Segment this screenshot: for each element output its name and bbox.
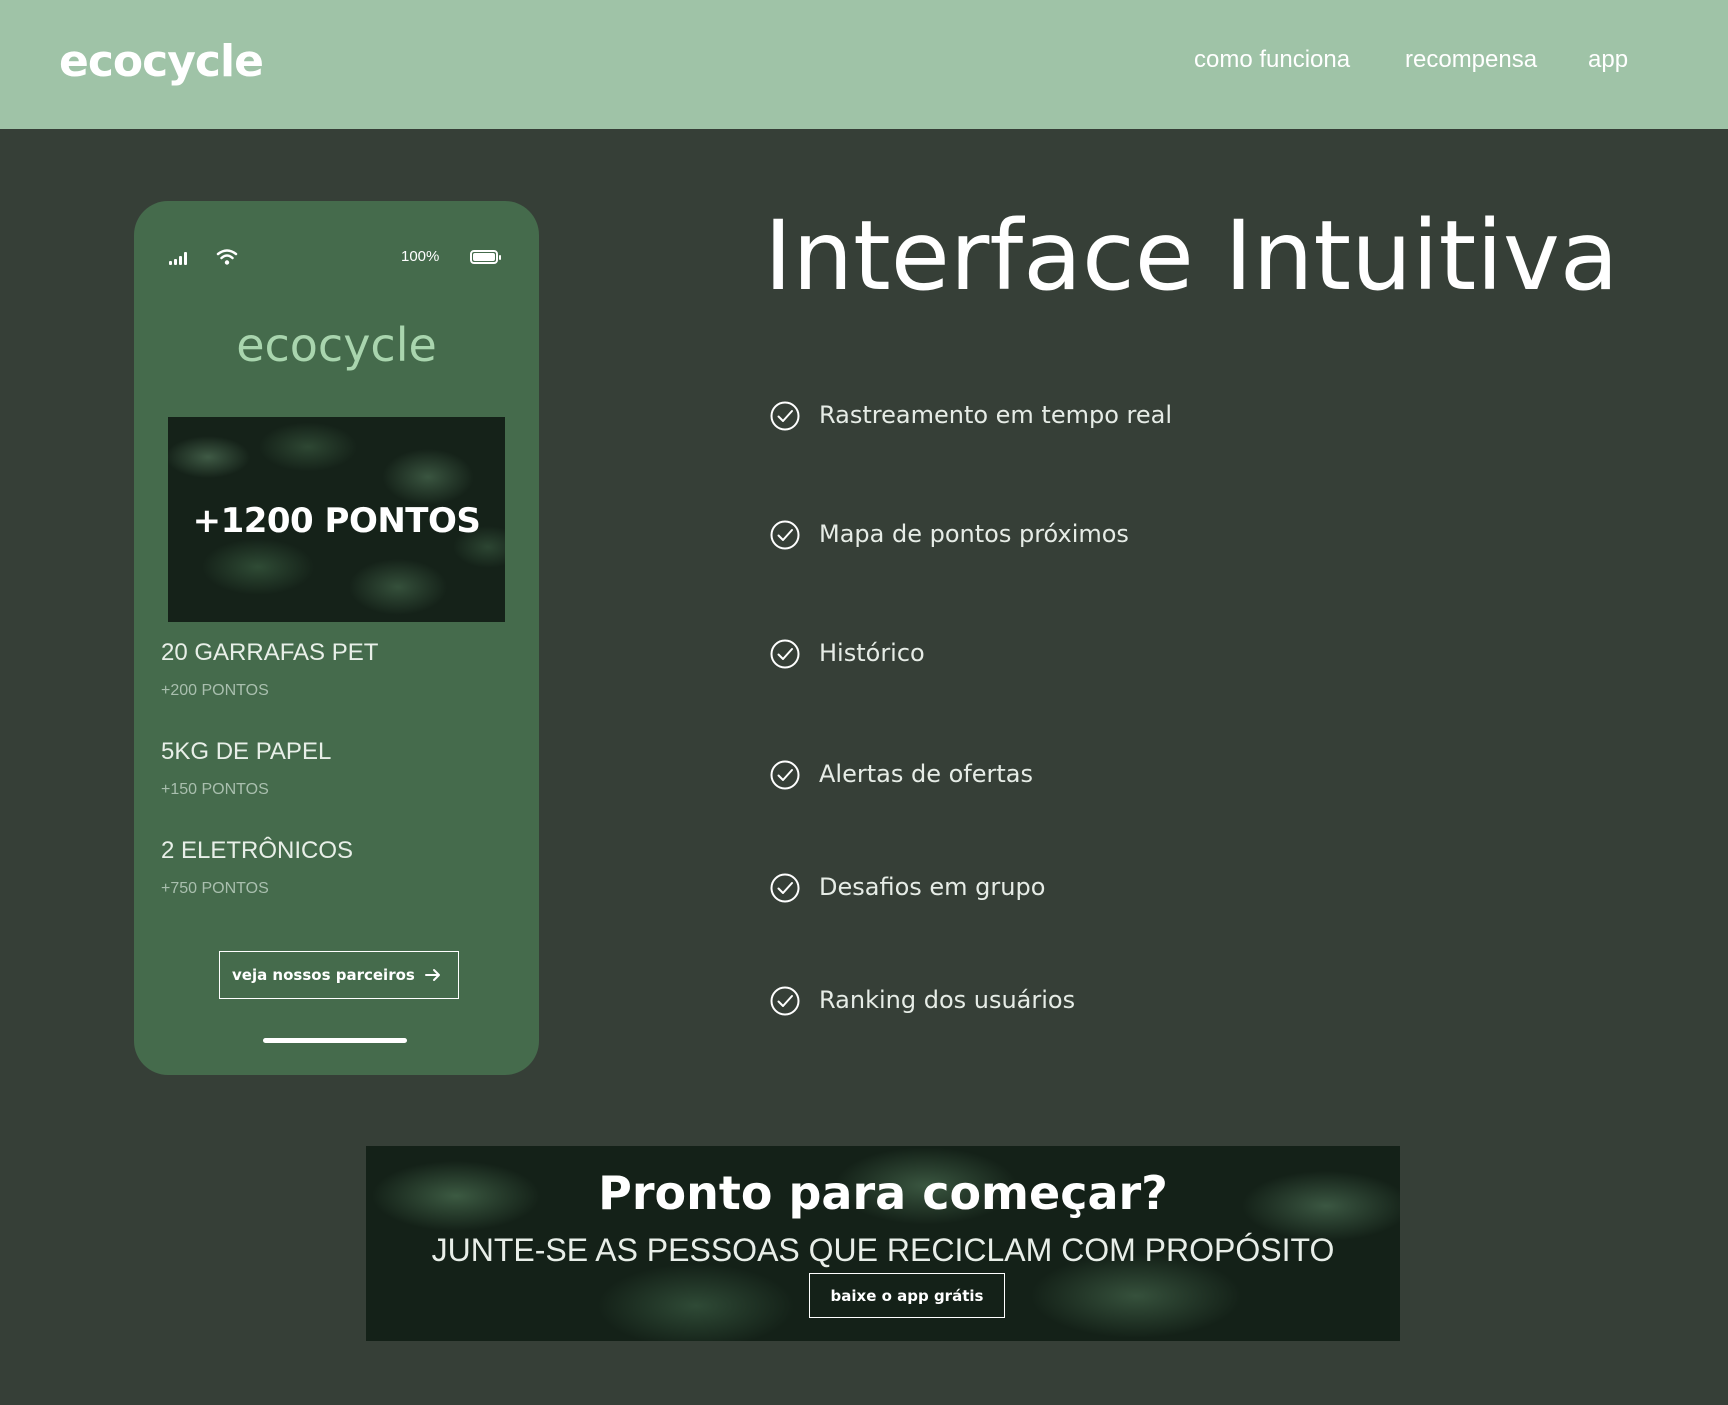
phone-mockup: 100% ecocycle +1200 PONTOS 20 GARRAFAS P… <box>134 201 539 1075</box>
cta-banner: Pronto para começar? JUNTE-SE AS PESSOAS… <box>366 1146 1400 1341</box>
battery-icon <box>470 250 501 264</box>
app-logo: ecocycle <box>236 318 437 372</box>
feature-label: Rastreamento em tempo real <box>819 401 1173 429</box>
feature-label: Histórico <box>819 639 925 667</box>
feature-label: Mapa de pontos próximos <box>819 520 1129 548</box>
recycle-item-points: +200 PONTOS <box>161 682 269 699</box>
check-circle-icon <box>770 873 800 903</box>
recycle-item-title: 20 GARRAFAS PET <box>161 639 379 666</box>
feature-label: Alertas de ofertas <box>819 760 1033 788</box>
recycle-item-points: +150 PONTOS <box>161 781 269 798</box>
promo-points: +1200 PONTOS <box>192 501 481 541</box>
cta-title: Pronto para começar? <box>598 1166 1168 1220</box>
battery-percentage: 100% <box>401 248 440 265</box>
nav-como-funciona[interactable]: como funciona <box>1194 46 1350 74</box>
check-circle-icon <box>770 639 800 669</box>
home-indicator <box>263 1038 407 1043</box>
signal-icon <box>169 252 191 265</box>
recycle-item-title: 5KG DE PAPEL <box>161 738 332 765</box>
arrow-right-icon <box>425 969 440 981</box>
check-circle-icon <box>770 760 800 790</box>
wifi-icon <box>216 249 238 265</box>
points-promo-card: +1200 PONTOS <box>168 417 505 622</box>
cta-subtitle: JUNTE-SE AS PESSOAS QUE RECICLAM COM PRO… <box>431 1232 1335 1268</box>
check-circle-icon <box>770 986 800 1016</box>
feature-label: Ranking dos usuários <box>819 986 1076 1014</box>
phone-status-bar: 100% <box>134 246 539 268</box>
partners-button-label: veja nossos parceiros <box>232 966 415 984</box>
nav-recompensa[interactable]: recompensa <box>1405 46 1537 74</box>
check-circle-icon <box>770 401 800 431</box>
partners-button[interactable]: veja nossos parceiros <box>219 951 459 999</box>
main-nav: como funciona recompensa app <box>0 46 1728 76</box>
recycle-item-points: +750 PONTOS <box>161 880 269 897</box>
check-circle-icon <box>770 520 800 550</box>
site-header: ecocycle como funciona recompensa app <box>0 0 1728 129</box>
recycle-item-title: 2 ELETRÔNICOS <box>161 837 354 864</box>
download-app-button[interactable]: baixe o app grátis <box>809 1273 1005 1318</box>
feature-label: Desafios em grupo <box>819 873 1046 901</box>
nav-app[interactable]: app <box>1588 46 1628 74</box>
features-title: Interface Intuitiva <box>764 200 1619 312</box>
